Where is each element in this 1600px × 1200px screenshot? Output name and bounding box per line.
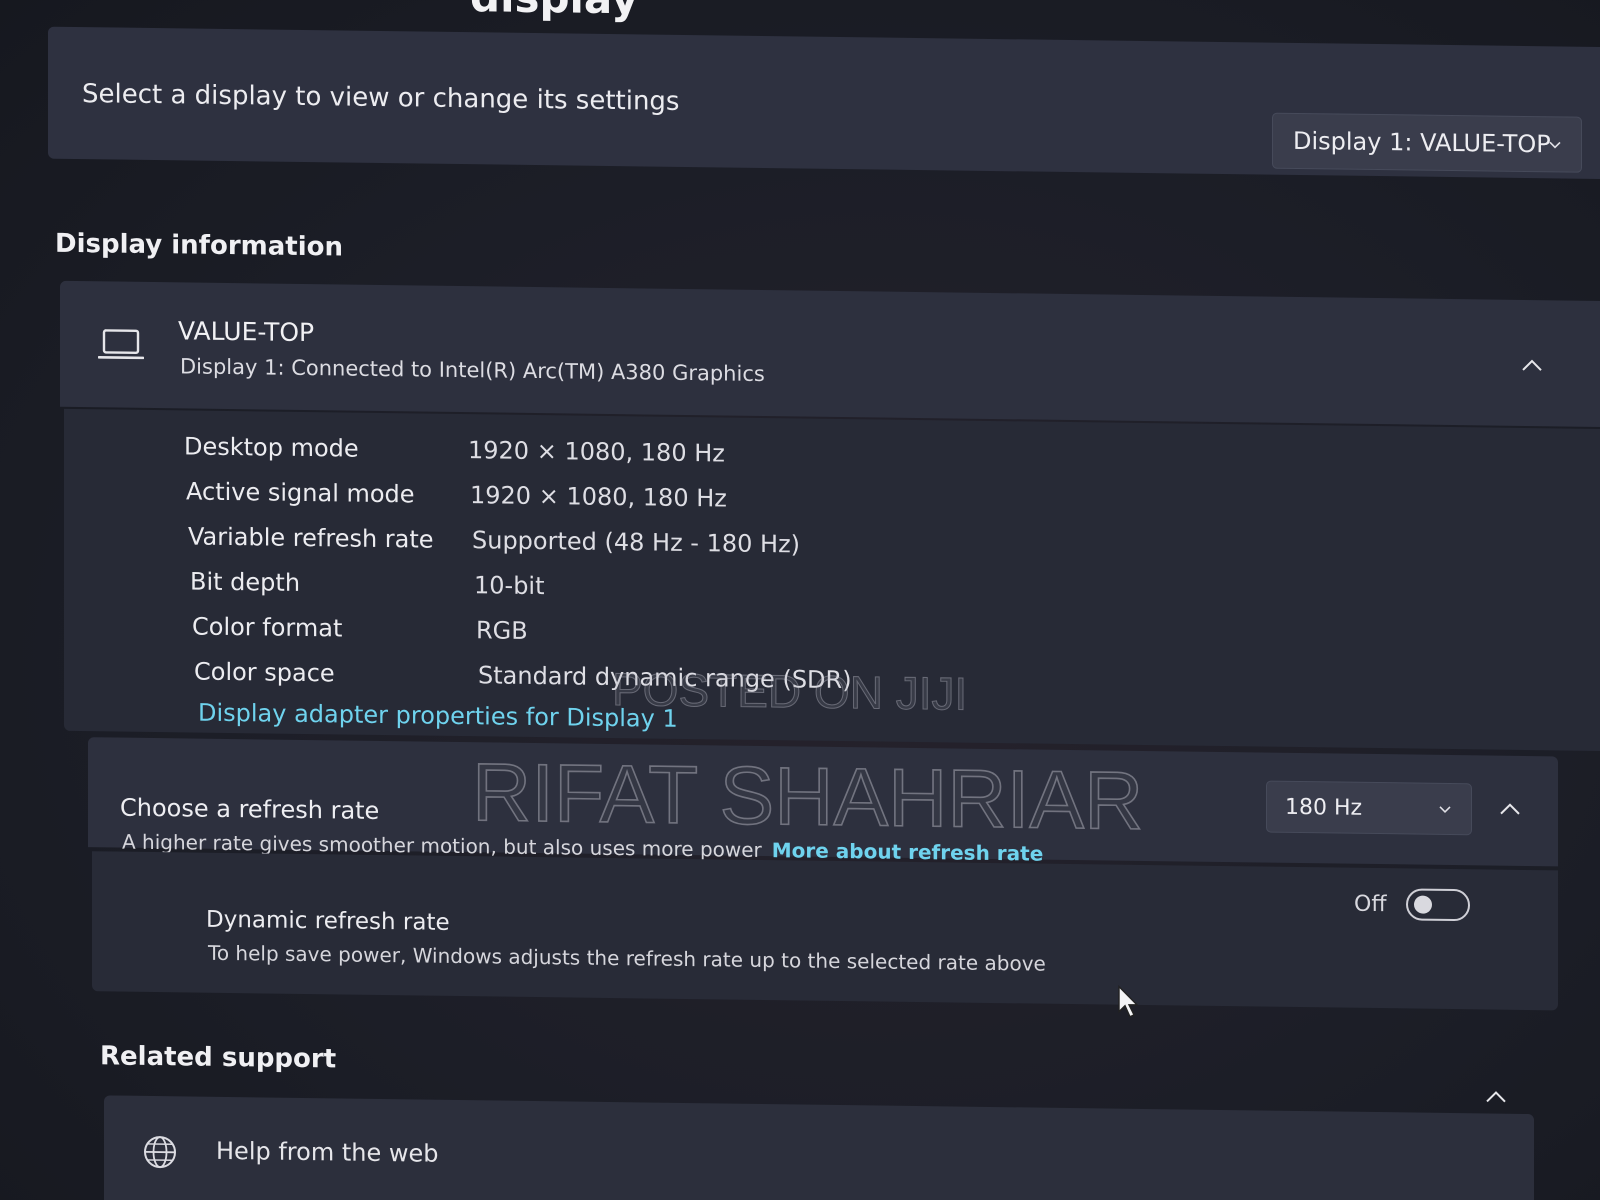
- property-value: RGB: [476, 616, 528, 645]
- display-select-card: Select a display to view or change its s…: [48, 26, 1600, 180]
- chevron-down-icon: [1549, 141, 1561, 149]
- dynamic-refresh-card: Dynamic refresh rate To help save power,…: [92, 851, 1558, 1011]
- dynamic-refresh-state: Off: [1354, 891, 1387, 918]
- help-from-web-label: Help from the web: [216, 1136, 439, 1168]
- display-info-body: Desktop mode 1920 × 1080, 180 Hz Active …: [64, 408, 1600, 752]
- refresh-rate-card: Choose a refresh rate A higher rate give…: [88, 737, 1558, 867]
- related-support-heading: Related support: [100, 1041, 337, 1075]
- settings-page: display Select a display to view or chan…: [0, 0, 1600, 1200]
- property-label: Active signal mode: [186, 477, 415, 509]
- globe-icon: [144, 1136, 176, 1169]
- refresh-rate-dropdown-value: 180 Hz: [1285, 794, 1363, 821]
- display-adapter-properties-link[interactable]: Display adapter properties for Display 1: [198, 699, 678, 733]
- property-label: Bit depth: [190, 567, 301, 597]
- refresh-rate-dropdown[interactable]: 180 Hz: [1266, 780, 1472, 836]
- monitor-name: VALUE-TOP: [178, 316, 315, 348]
- monitor-subtitle: Display 1: Connected to Intel(R) Arc(TM)…: [180, 354, 765, 387]
- display-info-header[interactable]: VALUE-TOP Display 1: Connected to Intel(…: [60, 280, 1600, 428]
- chevron-up-icon[interactable]: [1484, 1089, 1508, 1103]
- dynamic-refresh-title: Dynamic refresh rate: [206, 906, 450, 936]
- laptop-icon: [98, 329, 144, 360]
- dynamic-refresh-description: To help save power, Windows adjusts the …: [208, 940, 1046, 976]
- chevron-up-icon[interactable]: [1498, 802, 1522, 816]
- chevron-up-icon[interactable]: [1520, 358, 1544, 372]
- help-from-web-item[interactable]: Help from the web: [104, 1095, 1534, 1200]
- screen-photo: display Select a display to view or chan…: [0, 0, 1600, 1200]
- property-label: Color format: [192, 612, 343, 643]
- display-information-heading: Display information: [55, 228, 344, 263]
- property-label: Color space: [194, 657, 335, 688]
- toggle-knob: [1414, 895, 1432, 914]
- property-value: 1920 × 1080, 180 Hz: [470, 481, 727, 513]
- display-dropdown[interactable]: Display 1: VALUE-TOP: [1272, 112, 1582, 173]
- property-value: Standard dynamic range (SDR): [478, 661, 852, 695]
- property-value: 1920 × 1080, 180 Hz: [468, 436, 725, 468]
- chevron-down-icon: [1439, 806, 1451, 814]
- display-select-label: Select a display to view or change its s…: [82, 79, 680, 117]
- property-label: Desktop mode: [184, 432, 359, 463]
- dynamic-refresh-toggle[interactable]: [1406, 888, 1470, 922]
- property-label: Variable refresh rate: [188, 522, 434, 554]
- page-title: display: [470, 0, 638, 23]
- refresh-rate-title: Choose a refresh rate: [120, 793, 380, 825]
- property-value: 10-bit: [474, 571, 545, 601]
- display-dropdown-value: Display 1: VALUE-TOP: [1293, 126, 1551, 159]
- mouse-cursor-icon: [1118, 984, 1139, 1018]
- property-value: Supported (48 Hz - 180 Hz): [472, 526, 801, 559]
